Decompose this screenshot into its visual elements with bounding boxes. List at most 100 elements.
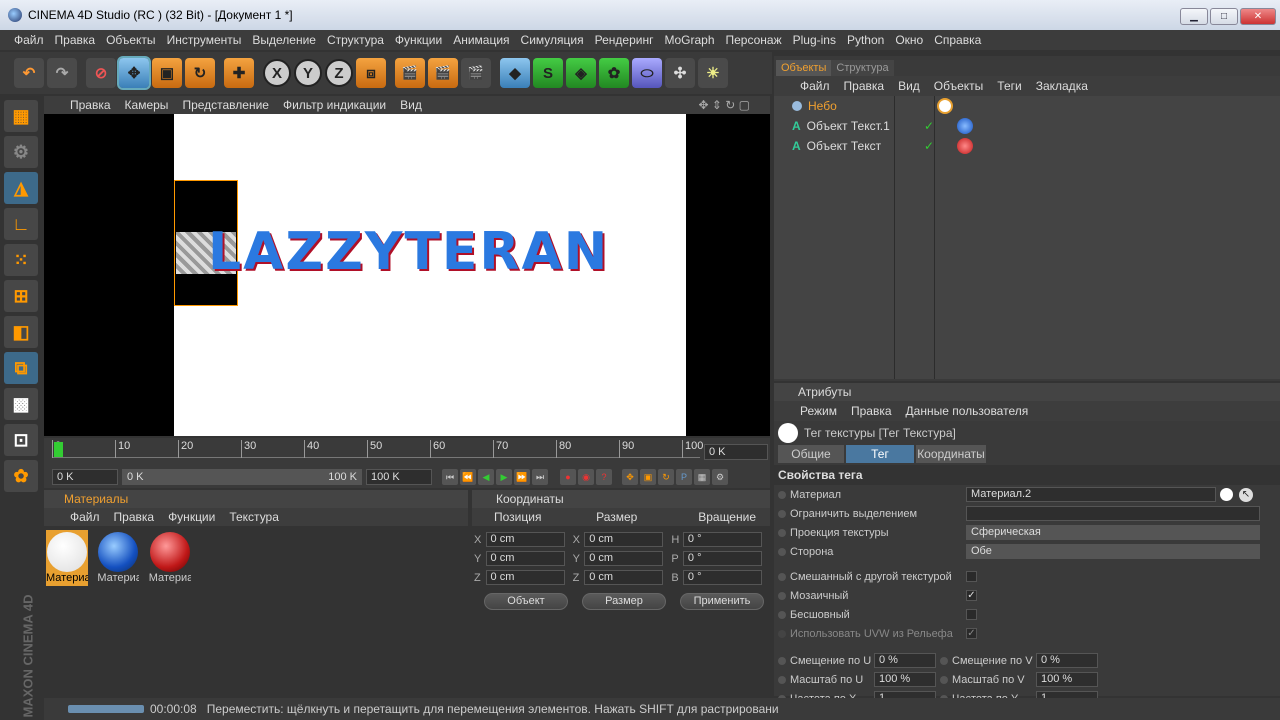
- redo-icon[interactable]: ↷: [47, 58, 77, 88]
- attr-menu-mode[interactable]: Режим: [800, 404, 837, 418]
- menu-character[interactable]: Персонаж: [726, 33, 782, 47]
- use-polygons-mode-icon[interactable]: ◧: [4, 316, 38, 348]
- key-pla-icon[interactable]: ▦: [694, 469, 710, 485]
- workplane-icon[interactable]: ⊡: [4, 424, 38, 456]
- timeline-settings-icon[interactable]: ⚙: [712, 469, 728, 485]
- rotation-b-field[interactable]: 0 °: [682, 570, 763, 585]
- material-link-field[interactable]: Материал.2: [966, 487, 1216, 502]
- record-icon[interactable]: ●: [560, 469, 576, 485]
- position-x-field[interactable]: 0 cm: [485, 532, 565, 547]
- tab-structure[interactable]: Структура: [831, 60, 894, 76]
- layout-icon[interactable]: ✿: [4, 460, 38, 492]
- viewport-menu-display[interactable]: Представление: [182, 98, 269, 112]
- tab-basic[interactable]: Общие: [778, 445, 844, 463]
- deformer-icon[interactable]: ⬭: [632, 58, 662, 88]
- tab-coordinates[interactable]: Координаты: [916, 445, 986, 463]
- playhead[interactable]: [54, 442, 63, 457]
- apply-button[interactable]: Применить: [680, 593, 764, 610]
- texture-tag-white-icon[interactable]: [937, 98, 953, 114]
- menu-structure[interactable]: Структура: [327, 33, 384, 47]
- array-icon[interactable]: ✿: [599, 58, 629, 88]
- scale-v-field[interactable]: 100 %: [1036, 672, 1098, 687]
- material-swatch[interactable]: Материал: [46, 530, 88, 586]
- scale-icon[interactable]: ▣: [152, 58, 182, 88]
- viewport-menu-edit[interactable]: Правка: [70, 98, 111, 112]
- materials-menu-file[interactable]: Файл: [70, 510, 100, 524]
- seamless-checkbox[interactable]: [966, 609, 977, 620]
- use-texture-mode-icon[interactable]: ⚙: [4, 136, 38, 168]
- use-edges-mode-icon[interactable]: ⊞: [4, 280, 38, 312]
- undo-icon[interactable]: ↶: [14, 58, 44, 88]
- object-row-text1[interactable]: A Объект Текст.1 ✓: [774, 116, 1280, 136]
- next-key-icon[interactable]: ⏩: [514, 469, 530, 485]
- objects-menu-tags[interactable]: Теги: [997, 79, 1021, 93]
- viewport-menu-cameras[interactable]: Камеры: [125, 98, 169, 112]
- render-view-icon[interactable]: 🎬: [395, 58, 425, 88]
- menu-window[interactable]: Окно: [895, 33, 923, 47]
- nurbs-icon[interactable]: ◈: [566, 58, 596, 88]
- live-select-icon[interactable]: ⊘: [86, 58, 116, 88]
- current-frame-field[interactable]: 0 K: [704, 444, 768, 460]
- objects-menu-view[interactable]: Вид: [898, 79, 920, 93]
- menu-edit[interactable]: Правка: [55, 33, 96, 47]
- close-button[interactable]: ✕: [1240, 8, 1276, 25]
- key-rotation-icon[interactable]: ↻: [658, 469, 674, 485]
- end-frame-field[interactable]: 100 K: [366, 469, 432, 485]
- objects-menu-objects[interactable]: Объекты: [934, 79, 984, 93]
- menu-simulation[interactable]: Симуляция: [521, 33, 584, 47]
- rotation-h-field[interactable]: 0 °: [682, 532, 763, 547]
- use-object-axis-icon[interactable]: ◮: [4, 172, 38, 204]
- viewport-nav-icons[interactable]: ✥ ⇕ ↻ ▢: [698, 98, 750, 112]
- x-axis-icon[interactable]: X: [263, 59, 291, 87]
- render-picture-viewer-icon[interactable]: 🎬: [428, 58, 458, 88]
- tab-objects[interactable]: Объекты: [776, 60, 832, 76]
- add-icon[interactable]: ✚: [224, 58, 254, 88]
- use-points-mode-icon[interactable]: ⁙: [4, 244, 38, 276]
- texture-tag-blue-icon[interactable]: [957, 118, 973, 134]
- tweak-mode-icon[interactable]: ⧉: [4, 352, 38, 384]
- menu-functions[interactable]: Функции: [395, 33, 442, 47]
- menu-file[interactable]: Файл: [14, 33, 44, 47]
- scene-icon[interactable]: ✣: [665, 58, 695, 88]
- object-mode-dropdown[interactable]: Объект: [484, 593, 568, 610]
- texture-mode-icon[interactable]: ▩: [4, 388, 38, 420]
- limit-field[interactable]: [966, 506, 1260, 521]
- maximize-button[interactable]: □: [1210, 8, 1238, 25]
- menu-render[interactable]: Рендеринг: [595, 33, 654, 47]
- keyframe-selection-icon[interactable]: ?: [596, 469, 612, 485]
- y-axis-icon[interactable]: Y: [294, 59, 322, 87]
- light-icon[interactable]: ☀: [698, 58, 728, 88]
- rotation-p-field[interactable]: 0 °: [682, 551, 763, 566]
- viewport-menu-filter[interactable]: Фильтр индикации: [283, 98, 386, 112]
- menu-python[interactable]: Python: [847, 33, 884, 47]
- play-icon[interactable]: ▶: [496, 469, 512, 485]
- range-start-field[interactable]: 0 K 100 K: [122, 469, 362, 485]
- coordinate-system-icon[interactable]: ⧈: [356, 58, 386, 88]
- check-icon[interactable]: ✓: [924, 139, 934, 153]
- menu-mograph[interactable]: MoGraph: [664, 33, 714, 47]
- use-model-mode-icon[interactable]: ▦: [4, 100, 38, 132]
- material-swatch[interactable]: Материал: [149, 530, 191, 586]
- tab-tag[interactable]: Тег: [846, 445, 914, 463]
- z-axis-icon[interactable]: Z: [325, 59, 353, 87]
- menu-objects[interactable]: Объекты: [106, 33, 156, 47]
- key-param-icon[interactable]: P: [676, 469, 692, 485]
- materials-menu-functions[interactable]: Функции: [168, 510, 215, 524]
- menu-tools[interactable]: Инструменты: [167, 33, 242, 47]
- menu-selection[interactable]: Выделение: [252, 33, 316, 47]
- prev-key-icon[interactable]: ⏪: [460, 469, 476, 485]
- timeline-ruler[interactable]: 0 10 20 30 40 50 60 70 80 90 100: [52, 440, 703, 458]
- use-axis-mode-icon[interactable]: ∟: [4, 208, 38, 240]
- play-backward-icon[interactable]: ◀: [478, 469, 494, 485]
- offset-v-field[interactable]: 0 %: [1036, 653, 1098, 668]
- mix-checkbox[interactable]: [966, 571, 977, 582]
- size-mode-dropdown[interactable]: Размер: [582, 593, 666, 610]
- size-y-field[interactable]: 0 cm: [584, 551, 664, 566]
- tile-checkbox[interactable]: ✓: [966, 590, 977, 601]
- goto-start-icon[interactable]: ⏮: [442, 469, 458, 485]
- key-position-icon[interactable]: ✥: [622, 469, 638, 485]
- scale-u-field[interactable]: 100 %: [874, 672, 936, 687]
- menu-animation[interactable]: Анимация: [453, 33, 509, 47]
- position-y-field[interactable]: 0 cm: [485, 551, 565, 566]
- rotate-icon[interactable]: ↻: [185, 58, 215, 88]
